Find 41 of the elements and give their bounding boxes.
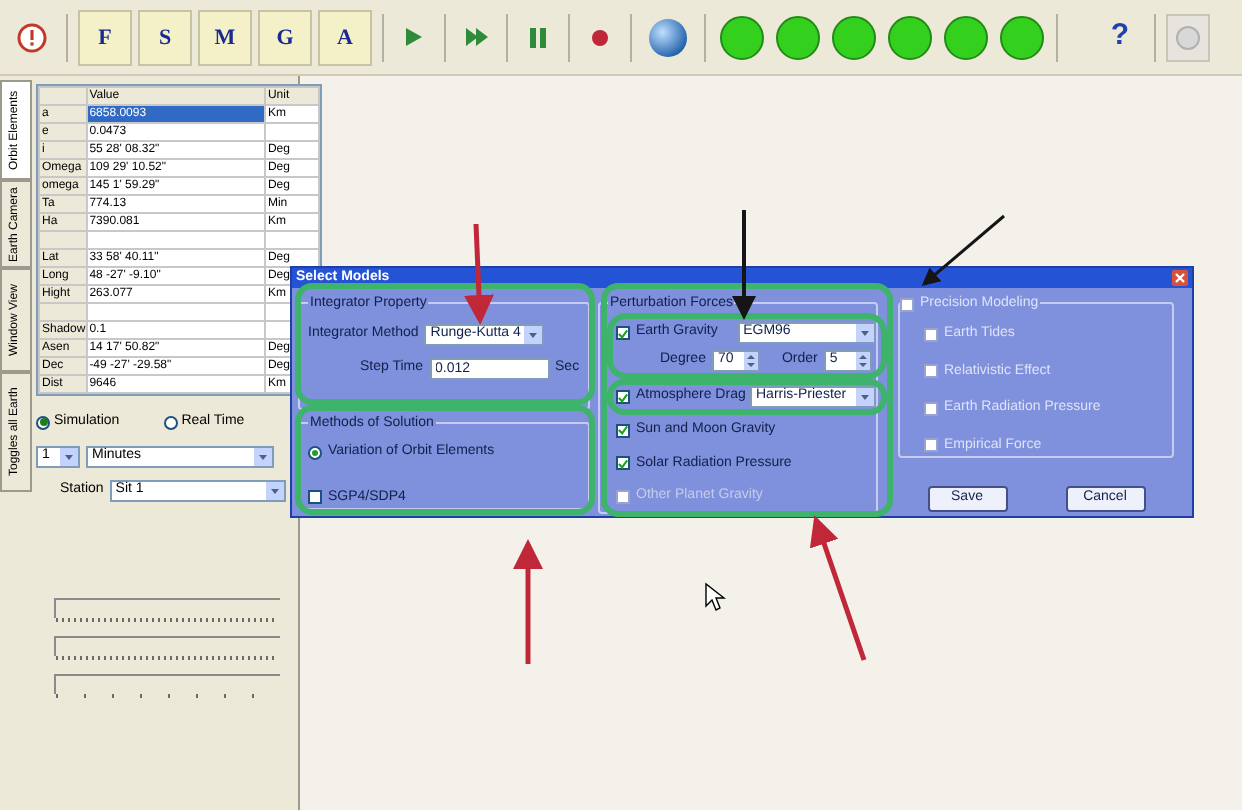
checkbox[interactable] [308,490,322,505]
globe-icon [648,17,688,57]
lamp-icon [999,15,1043,59]
model-button[interactable]: G [258,9,312,65]
checkbox[interactable] [924,327,938,342]
record-icon [592,29,608,45]
spinner-arrows-icon [855,352,870,370]
lamp-icon [887,15,931,59]
model-button[interactable]: A [318,9,372,65]
mouse-cursor-icon [705,582,727,611]
fast-forward-icon [465,28,487,46]
alert-icon [16,21,48,53]
annotation-arrow [513,539,543,664]
play-icon [406,28,422,46]
radio-button[interactable] [308,445,322,460]
radio-button[interactable] [36,415,50,430]
checkbox[interactable] [924,438,938,453]
disc-icon [1174,23,1202,51]
annotation-arrow [921,214,1005,286]
checkbox[interactable] [616,326,630,340]
pause-icon [530,27,546,47]
lamp-icon [943,15,987,59]
checkbox[interactable] [616,423,630,438]
spinner-arrows-icon [743,352,758,370]
close-icon [1172,270,1188,286]
annotation-arrow [463,223,494,325]
model-button[interactable]: M [198,9,252,65]
model-button[interactable]: S [138,9,192,65]
checkbox[interactable] [616,456,630,471]
help-button[interactable]: ? [1096,11,1144,63]
model-button[interactable]: F [78,9,132,65]
checkbox[interactable] [924,364,938,379]
checkbox[interactable] [616,390,630,404]
lamp-icon [719,15,763,59]
checkbox[interactable] [616,489,630,504]
lamp-icon [775,15,819,59]
annotation-arrow [732,210,756,320]
radio-button[interactable] [163,415,178,430]
lamp-icon [831,15,875,59]
checkbox[interactable] [924,401,938,416]
checkbox[interactable] [900,297,914,312]
